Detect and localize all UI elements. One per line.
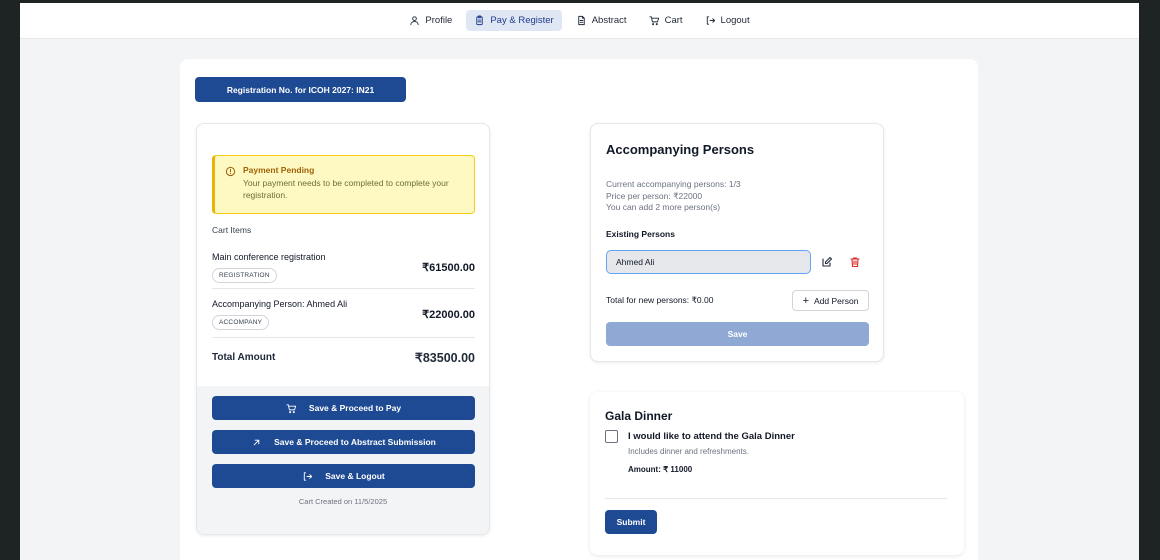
cart-item: Accompanying Person: Ahmed Ali ACCOMPANY… (212, 299, 475, 330)
registration-number-badge: Registration No. for ICOH 2027: IN21 (195, 77, 406, 102)
cart-divider (212, 337, 475, 338)
total-amount-label: Total Amount (212, 352, 276, 363)
save-proceed-abstract-label: Save & Proceed to Abstract Submission (274, 437, 436, 447)
existing-persons-label: Existing Persons (606, 229, 675, 239)
nav-abstract[interactable]: Abstract (568, 10, 635, 31)
edit-icon[interactable] (821, 256, 833, 268)
registration-panel: Registration No. for ICOH 2027: IN21 Pay… (180, 59, 978, 560)
current-persons-count: Current accompanying persons: 1/3 (606, 179, 741, 189)
save-logout-button[interactable]: Save & Logout (212, 464, 475, 488)
cart-item-name: Accompanying Person: Ahmed Ali (212, 299, 348, 309)
nav-logout-label: Logout (720, 15, 750, 26)
clipboard-icon (476, 15, 484, 26)
can-add-more: You can add 2 more person(s) (606, 202, 721, 212)
total-amount-value: ₹83500.00 (414, 351, 475, 365)
top-navigation: Profile Pay & Register Abstract Cart Log… (20, 3, 1139, 39)
nav-profile-label: Profile (425, 15, 453, 26)
cart-total-row: Total Amount ₹83500.00 (212, 350, 475, 365)
cart-card: Payment Pending Your payment needs to be… (196, 123, 490, 535)
gala-amount: Amount: ₹ 11000 (628, 465, 693, 474)
add-person-label: Add Person (814, 295, 859, 306)
total-new-persons: Total for new persons: ₹0.00 (606, 295, 714, 305)
gala-title: Gala Dinner (605, 409, 673, 423)
gala-attend-checkbox[interactable] (605, 430, 618, 443)
save-proceed-pay-button[interactable]: Save & Proceed to Pay (212, 396, 475, 420)
add-person-button[interactable]: + Add Person (792, 290, 869, 311)
cart-items-label: Cart Items (212, 225, 252, 235)
alert-body: Your payment needs to be completed to co… (243, 178, 449, 200)
save-proceed-abstract-button[interactable]: Save & Proceed to Abstract Submission (212, 430, 475, 454)
nav-profile[interactable]: Profile (401, 10, 460, 31)
gala-description: Includes dinner and refreshments. (628, 447, 749, 456)
nav-cart[interactable]: Cart (641, 10, 691, 31)
accompanying-info: Current accompanying persons: 1/3 Price … (606, 179, 741, 214)
cart-item: Main conference registration REGISTRATIO… (212, 252, 475, 283)
document-icon (578, 15, 585, 26)
accompanying-persons-card: Accompanying Persons Current accompanyin… (590, 123, 884, 362)
save-persons-button[interactable]: Save (606, 322, 869, 346)
payment-pending-alert: Payment Pending Your payment needs to be… (212, 155, 475, 214)
app-frame: Profile Pay & Register Abstract Cart Log… (20, 3, 1139, 560)
save-logout-label: Save & Logout (325, 471, 385, 481)
cart-item-name: Main conference registration (212, 252, 326, 262)
person-name-field[interactable] (606, 250, 811, 274)
cart-item-badge: ACCOMPANY (212, 315, 270, 330)
plus-icon: + (802, 294, 809, 307)
save-proceed-pay-label: Save & Proceed to Pay (308, 403, 402, 413)
cart-icon (286, 403, 297, 413)
cart-item-badge: REGISTRATION (212, 268, 277, 283)
nav-logout[interactable]: Logout (697, 10, 758, 31)
gala-divider (605, 498, 947, 499)
user-icon (410, 16, 420, 26)
cart-divider (212, 288, 475, 289)
cart-item-price: ₹61500.00 (422, 262, 475, 274)
warning-icon (225, 166, 236, 177)
nav-pay-register[interactable]: Pay & Register (466, 10, 562, 31)
trash-icon[interactable] (849, 256, 861, 268)
logout-icon (706, 16, 715, 25)
cart-created-date: Cart Created on 11/5/2025 (298, 497, 388, 506)
gala-dinner-card: Gala Dinner I would like to attend the G… (590, 392, 964, 555)
nav-pay-register-label: Pay & Register (490, 15, 554, 26)
arrow-up-right-icon (253, 439, 260, 445)
gala-submit-button[interactable]: Submit (605, 510, 657, 534)
gala-attend-label[interactable]: I would like to attend the Gala Dinner (628, 431, 795, 442)
cart-item-price: ₹22000.00 (422, 309, 475, 321)
cart-actions: Save & Proceed to Pay Save & Proceed to … (197, 386, 489, 534)
logout-icon (304, 471, 313, 481)
alert-title: Payment Pending (243, 165, 315, 175)
price-per-person: Price per person: ₹22000 (606, 190, 703, 201)
accompanying-title: Accompanying Persons (606, 142, 755, 157)
cart-icon (649, 16, 659, 26)
nav-cart-label: Cart (664, 15, 683, 26)
nav-abstract-label: Abstract (591, 15, 627, 26)
